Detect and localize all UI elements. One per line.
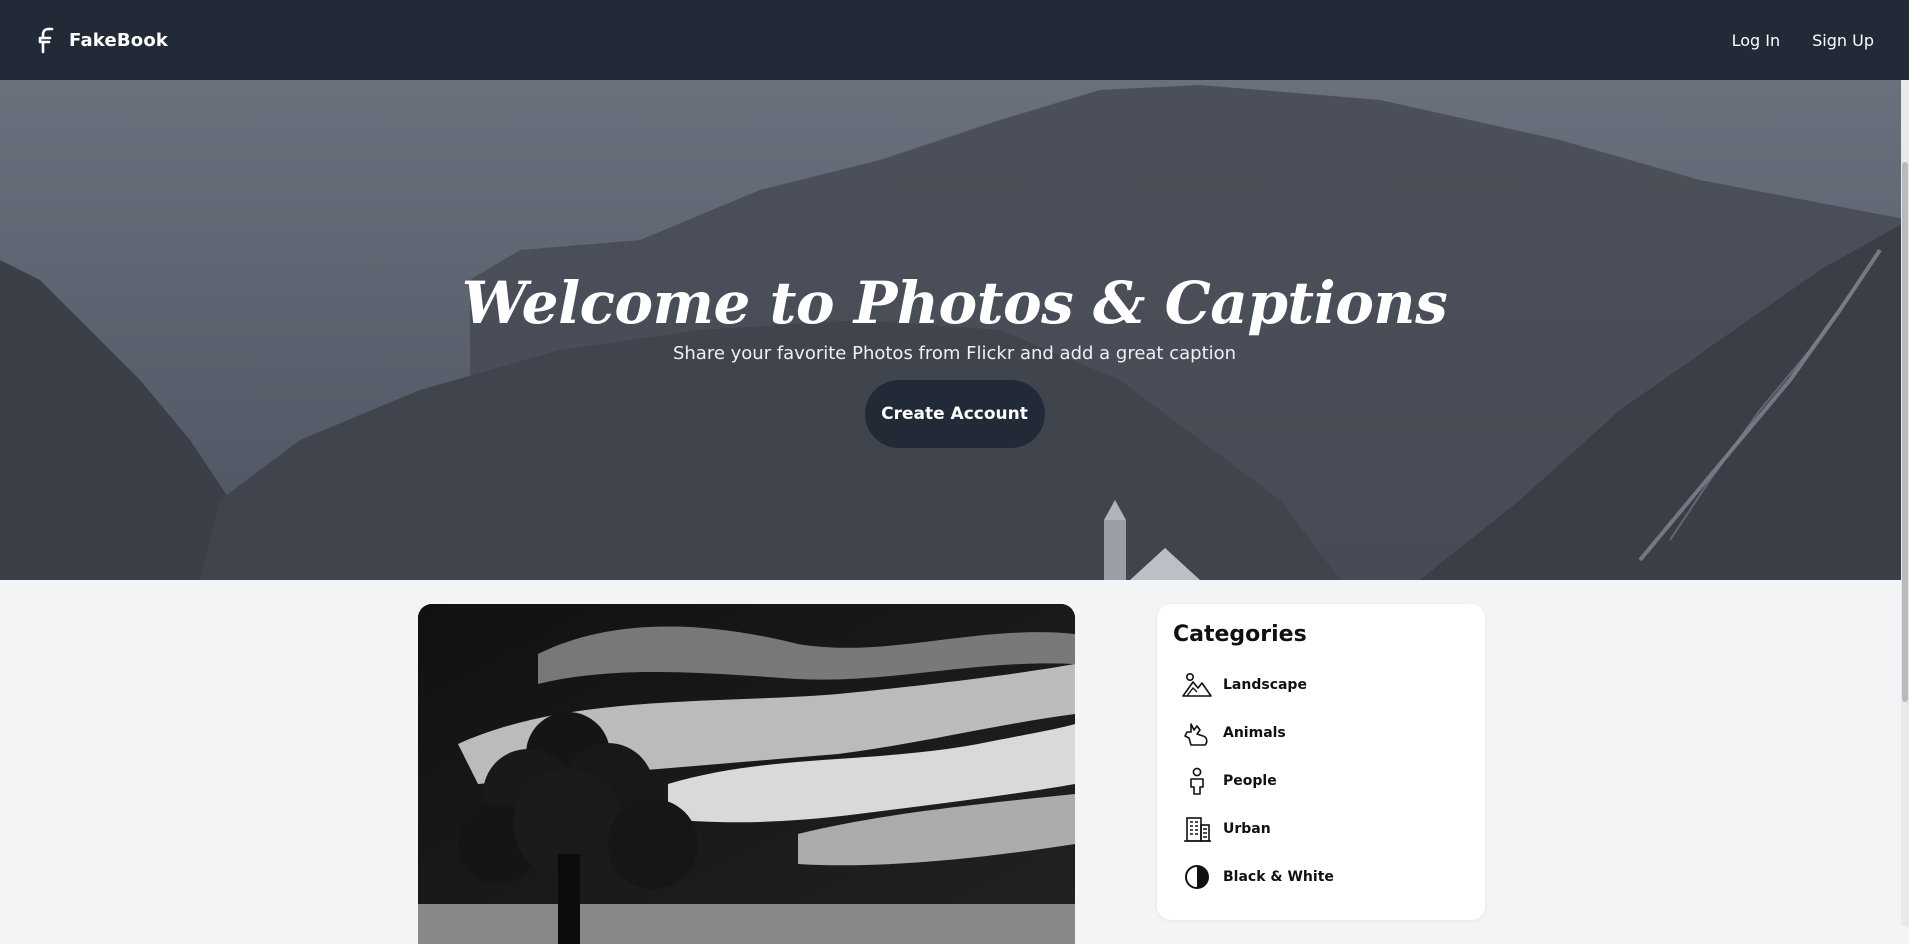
category-label: Urban: [1223, 821, 1271, 837]
category-label: Black & White: [1223, 869, 1334, 885]
create-account-button[interactable]: Create Account: [864, 379, 1045, 448]
fakebook-logo-icon: [38, 27, 54, 54]
featured-photo: [418, 604, 1075, 944]
category-people[interactable]: People: [1173, 757, 1469, 805]
page-scrollbar[interactable]: [1901, 80, 1909, 926]
category-landscape[interactable]: Landscape: [1173, 661, 1469, 709]
signup-link[interactable]: Sign Up: [1812, 31, 1874, 50]
hero-banner: Welcome to Photos & Captions Share your …: [0, 80, 1909, 580]
categories-title: Categories: [1173, 622, 1307, 647]
category-animals[interactable]: Animals: [1173, 709, 1469, 757]
hero-title: Welcome to Photos & Captions: [461, 269, 1448, 337]
nav-links: Log In Sign Up: [1732, 31, 1874, 50]
navbar: FakeBook Log In Sign Up: [0, 0, 1909, 80]
category-label: Landscape: [1223, 677, 1307, 693]
category-label: Animals: [1223, 725, 1286, 741]
category-black-white[interactable]: Black & White: [1173, 853, 1469, 901]
black-white-icon: [1185, 865, 1209, 889]
category-urban[interactable]: Urban: [1173, 805, 1469, 853]
login-link[interactable]: Log In: [1732, 31, 1781, 50]
urban-icon: [1184, 817, 1211, 842]
photo-card[interactable]: [418, 604, 1075, 944]
people-icon: [1190, 767, 1204, 795]
brand-name: FakeBook: [69, 29, 169, 51]
animals-icon: [1184, 723, 1208, 746]
categories-panel: Categories Landscape Animals People Urba…: [1157, 604, 1485, 920]
category-label: People: [1223, 773, 1277, 789]
hero-subtitle: Share your favorite Photos from Flickr a…: [672, 342, 1237, 364]
hero-content: Welcome to Photos & Captions Share your …: [0, 270, 1909, 448]
scrollbar-thumb[interactable]: [1902, 162, 1908, 702]
brand-link[interactable]: FakeBook: [35, 25, 168, 55]
landscape-icon: [1182, 672, 1212, 697]
